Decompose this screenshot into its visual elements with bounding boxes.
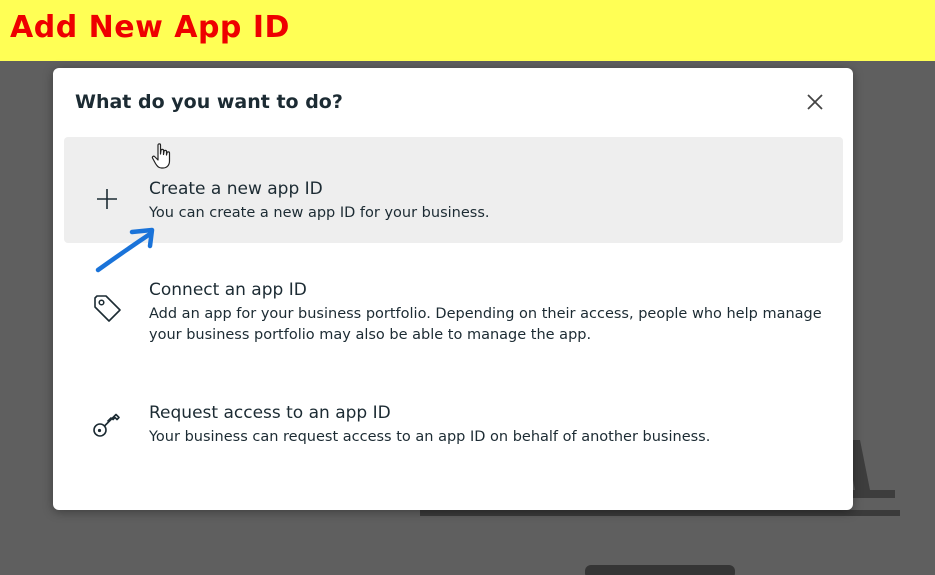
option-title: Request access to an app ID — [149, 403, 391, 423]
option-title: Create a new app ID — [149, 179, 323, 199]
key-icon — [93, 413, 120, 437]
dialog-title: What do you want to do? — [75, 91, 343, 113]
banner-title: Add New App ID — [10, 10, 290, 45]
hand-cursor-icon — [151, 143, 171, 169]
option-description: Add an app for your business portfolio. … — [149, 306, 822, 343]
close-button[interactable] — [803, 90, 827, 114]
dialog: What do you want to do? Create a new app… — [53, 68, 853, 510]
annotation-arrow-icon — [95, 227, 155, 273]
title-banner: Add New App ID — [0, 0, 935, 61]
tag-icon — [94, 295, 121, 322]
option-connect-app-id[interactable]: Connect an app ID Add an app for your bu… — [64, 258, 843, 368]
close-icon — [807, 94, 823, 110]
option-create-app-id[interactable]: Create a new app ID You can create a new… — [64, 137, 843, 243]
option-request-access[interactable]: Request access to an app ID Your busines… — [64, 386, 843, 466]
option-description: Your business can request access to an a… — [149, 429, 711, 445]
plus-icon — [97, 189, 117, 209]
option-description: You can create a new app ID for your bus… — [149, 205, 490, 221]
option-title: Connect an app ID — [149, 280, 307, 300]
background-text — [585, 565, 735, 575]
